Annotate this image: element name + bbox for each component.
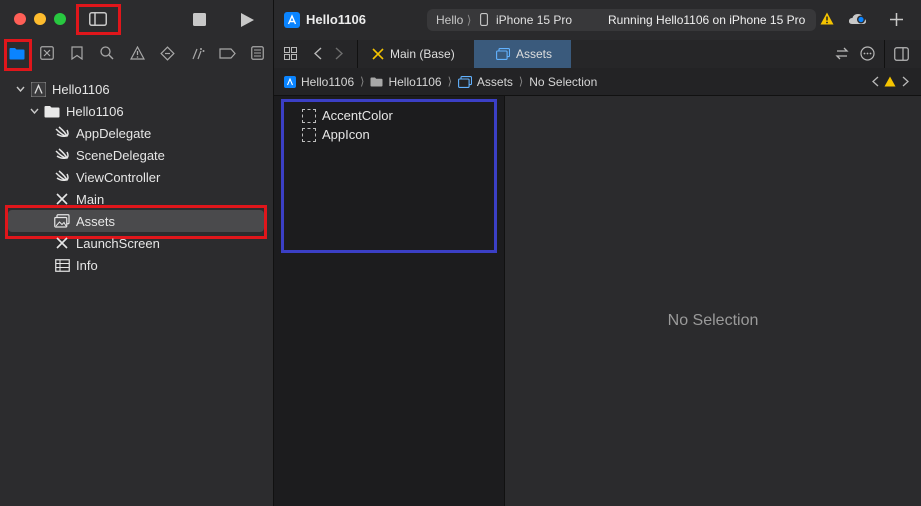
project-navigator-highlight bbox=[4, 39, 32, 71]
previous-issue-icon[interactable] bbox=[870, 75, 880, 88]
storyboard-icon bbox=[54, 235, 70, 251]
tree-item-launchscreen[interactable]: LaunchScreen bbox=[54, 232, 160, 254]
plist-icon bbox=[54, 257, 70, 273]
iphone-icon bbox=[480, 13, 489, 26]
grid-icon[interactable] bbox=[283, 46, 297, 60]
cloud-icon[interactable] bbox=[848, 12, 868, 26]
breadcrumb: Hello1106 ⟩ Hello1106 ⟩ Assets ⟩ No Sele… bbox=[284, 68, 597, 95]
warning-icon[interactable] bbox=[883, 75, 896, 87]
breadcrumb-separator: ⟩ bbox=[447, 76, 452, 88]
warning-icon[interactable] bbox=[820, 12, 834, 26]
device-selector[interactable]: iPhone 15 Pro bbox=[496, 13, 572, 27]
tree-item-label: Hello1106 bbox=[66, 103, 124, 119]
chevron-down-icon[interactable] bbox=[28, 105, 40, 117]
close-window-button[interactable] bbox=[14, 13, 26, 25]
tree-item-group[interactable]: Hello1106 bbox=[28, 100, 124, 122]
project-title: Hello1106 bbox=[306, 12, 366, 27]
asset-detail-pane bbox=[505, 96, 921, 506]
status-text: Running Hello1106 on iPhone 15 Pro bbox=[608, 13, 806, 27]
swift-file-icon bbox=[54, 125, 70, 141]
tree-item-info[interactable]: Info bbox=[54, 254, 98, 276]
app-icon bbox=[284, 75, 296, 88]
breadcrumb-assets[interactable]: Assets bbox=[477, 75, 513, 89]
breadcrumb-separator: ⟩ bbox=[518, 76, 524, 88]
xcode-project-icon bbox=[30, 81, 46, 97]
tree-item-label: Info bbox=[76, 257, 98, 273]
tree-item-project[interactable]: Hello1106 bbox=[14, 78, 110, 100]
zoom-window-button[interactable] bbox=[54, 13, 66, 25]
tree-item-scenedelegate[interactable]: SceneDelegate bbox=[54, 144, 165, 166]
more-options-icon[interactable] bbox=[860, 46, 875, 61]
tree-item-label: LaunchScreen bbox=[76, 235, 160, 251]
tree-item-viewcontroller[interactable]: ViewController bbox=[54, 166, 160, 188]
bookmark-navigator-icon[interactable] bbox=[68, 44, 86, 62]
swap-icon[interactable] bbox=[834, 46, 849, 60]
sidebar-toggle-highlight bbox=[76, 4, 121, 35]
breakpoint-navigator-icon[interactable] bbox=[218, 44, 236, 62]
tree-item-label: Hello1106 bbox=[52, 81, 110, 97]
tree-item-label: AppDelegate bbox=[76, 125, 152, 141]
test-navigator-icon[interactable] bbox=[158, 44, 176, 62]
issue-navigator-icon[interactable] bbox=[128, 44, 146, 62]
storyboard-icon bbox=[372, 48, 384, 60]
asset-catalog-icon bbox=[457, 75, 472, 88]
stop-icon[interactable] bbox=[192, 12, 207, 27]
next-issue-icon[interactable] bbox=[900, 75, 910, 88]
add-icon[interactable] bbox=[888, 11, 904, 27]
swift-file-icon bbox=[54, 147, 70, 163]
report-navigator-icon[interactable] bbox=[248, 44, 266, 62]
asset-catalog-icon bbox=[496, 48, 510, 60]
tab-label: Assets bbox=[516, 47, 553, 61]
tab-assets[interactable]: Assets bbox=[496, 40, 552, 68]
scheme-label: Hello bbox=[436, 13, 464, 27]
chevron-down-icon[interactable] bbox=[14, 83, 26, 95]
breadcrumb-group[interactable]: Hello1106 bbox=[388, 75, 441, 89]
breadcrumb-project[interactable]: Hello1106 bbox=[301, 75, 354, 89]
swift-file-icon bbox=[54, 169, 70, 185]
app-icon bbox=[284, 12, 300, 28]
tree-item-label: SceneDelegate bbox=[76, 147, 165, 163]
tab-divider bbox=[884, 40, 885, 68]
source-control-navigator-icon[interactable] bbox=[38, 44, 56, 62]
scheme-selector[interactable]: Hello ⟩ bbox=[436, 13, 471, 27]
tab-label: Main (Base) bbox=[390, 47, 455, 61]
folder-icon bbox=[44, 103, 60, 119]
folder-icon bbox=[370, 77, 383, 87]
run-icon[interactable] bbox=[238, 11, 255, 28]
forward-icon[interactable] bbox=[333, 46, 345, 60]
minimize-window-button[interactable] bbox=[34, 13, 46, 25]
no-selection-label: No Selection bbox=[667, 312, 759, 329]
tab-divider bbox=[357, 40, 358, 68]
inspector-toggle-icon[interactable] bbox=[894, 46, 909, 61]
find-navigator-icon[interactable] bbox=[98, 44, 116, 62]
breadcrumb-selection[interactable]: No Selection bbox=[529, 75, 597, 89]
debug-navigator-icon[interactable] bbox=[188, 44, 206, 62]
back-icon[interactable] bbox=[312, 46, 324, 60]
asset-list-highlight bbox=[281, 99, 497, 253]
tab-main-base[interactable]: Main (Base) bbox=[372, 40, 455, 68]
tree-item-label: ViewController bbox=[76, 169, 161, 185]
breadcrumb-separator: ⟩ bbox=[360, 76, 365, 88]
tree-item-appdelegate[interactable]: AppDelegate bbox=[54, 122, 151, 144]
